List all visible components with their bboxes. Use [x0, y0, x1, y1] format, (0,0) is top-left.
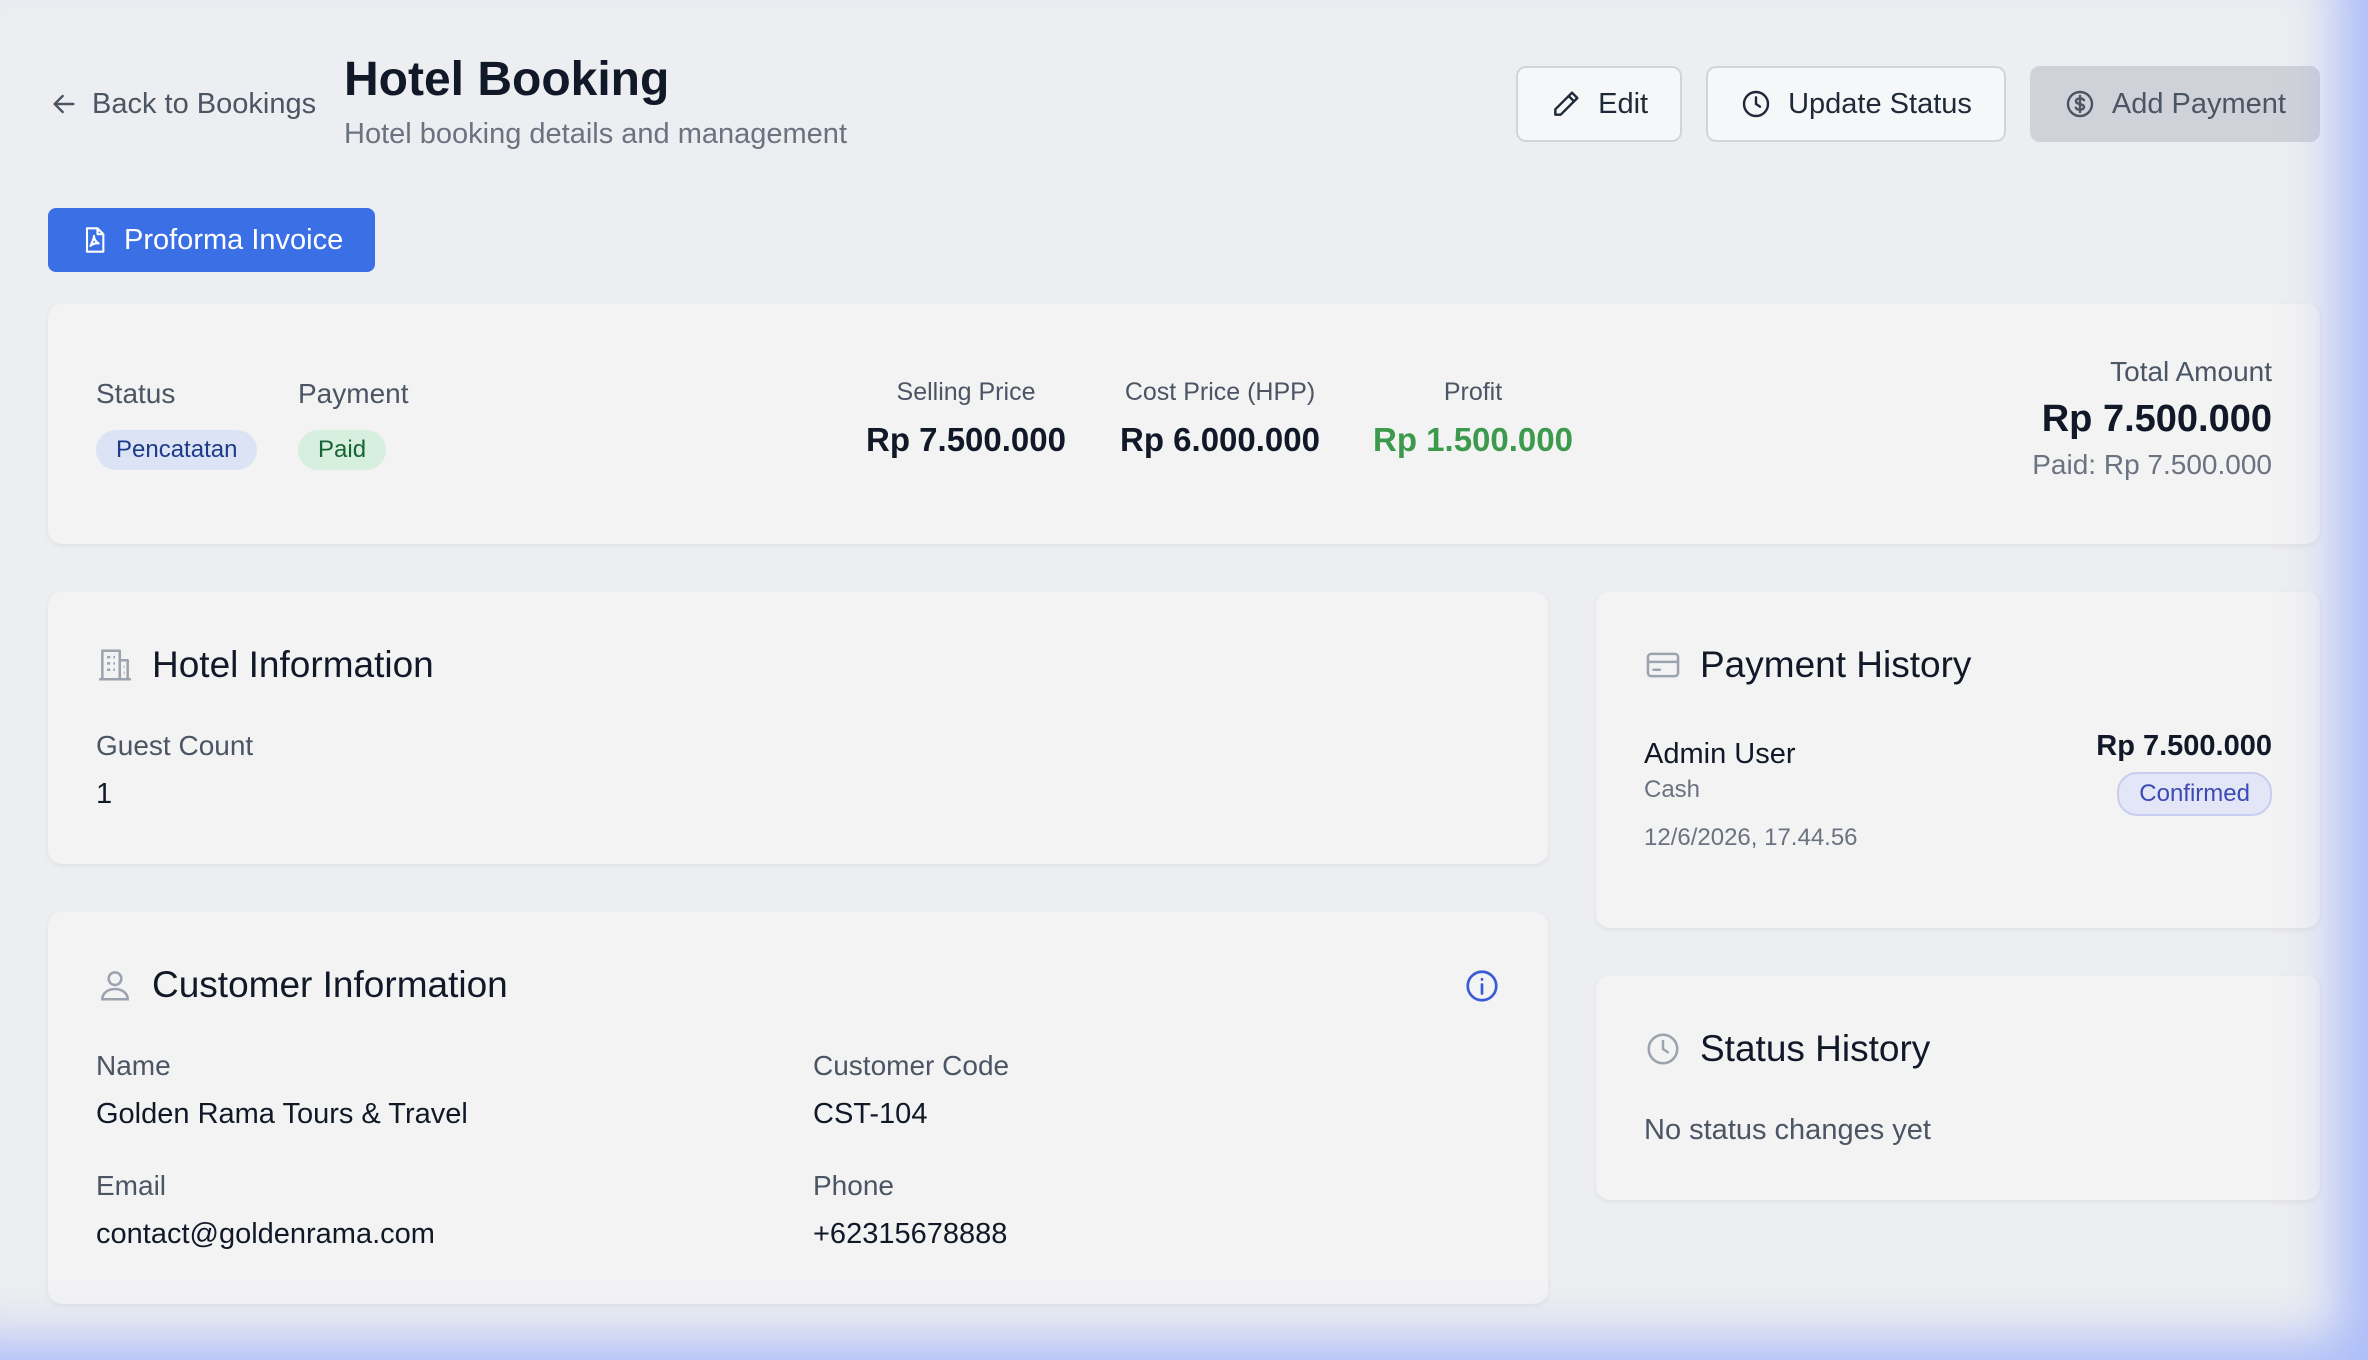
payment-user: Admin User [1644, 738, 1796, 770]
customer-name-value: Golden Rama Tours & Travel [96, 1098, 468, 1130]
info-icon[interactable] [1464, 968, 1500, 1004]
add-payment-label: Add Payment [2111, 87, 2286, 120]
edit-button[interactable]: Edit [1516, 66, 1683, 142]
arrow-left-icon [53, 94, 75, 114]
pdf-file-icon [85, 227, 105, 253]
customer-information-card: Customer Information Name Golden Rama To… [48, 912, 1548, 1304]
payment-timestamp: 12/6/2026, 17.44.56 [1644, 824, 1858, 851]
customer-email-label: Email [96, 1170, 167, 1201]
status-history-title-text: Status History [1700, 1028, 1931, 1069]
cost-price-col: Cost Price (HPP) Rp 6.000.000 [1110, 378, 1330, 459]
clock-icon [1647, 1033, 1679, 1065]
guest-count-label: Guest Count [96, 730, 254, 761]
selling-price-value: Rp 7.500.000 [866, 421, 1066, 458]
profit-value: Rp 1.500.000 [1373, 421, 1573, 458]
selling-price-label: Selling Price [896, 378, 1036, 406]
header-actions: Edit Update Status Add Payment [1516, 66, 2320, 142]
cost-price-label: Cost Price (HPP) [1124, 378, 1316, 406]
page-title: Hotel Booking [344, 53, 670, 106]
guest-count-value: 1 [96, 778, 113, 810]
customer-code-label: Customer Code [813, 1050, 1010, 1081]
update-status-button[interactable]: Update Status [1706, 66, 2006, 142]
status-badge: Pencatatan [96, 430, 258, 470]
hotel-information-title-text: Hotel Information [152, 644, 434, 685]
customer-phone-value: +62315678888 [813, 1218, 1008, 1250]
payment-status-badge: Confirmed [2117, 772, 2272, 816]
paid-amount-text: Paid: Rp 7.500.000 [2032, 449, 2272, 480]
back-label: Back to Bookings [92, 87, 317, 120]
status-history-title: Status History [1644, 1028, 1930, 1070]
credit-card-icon [1646, 652, 1680, 678]
payment-history-card: Payment History Admin User Cash 12/6/202… [1596, 592, 2320, 928]
status-history-empty-text: No status changes yet [1644, 1114, 1931, 1146]
customer-phone-label: Phone [813, 1170, 894, 1201]
payment-history-title: Payment History [1644, 644, 1971, 686]
building-icon [99, 649, 131, 681]
profit-label: Profit [1443, 378, 1503, 406]
update-status-label: Update Status [1788, 87, 1972, 120]
total-amount-label: Total Amount [2110, 356, 2272, 387]
customer-information-title-text: Customer Information [152, 964, 508, 1005]
cost-price-value: Rp 6.000.000 [1120, 421, 1320, 458]
user-icon [101, 971, 129, 1001]
customer-code-value: CST-104 [813, 1098, 928, 1130]
title-block: Hotel Booking Hotel booking details and … [344, 52, 847, 151]
profit-col: Profit Rp 1.500.000 [1368, 378, 1578, 459]
payment-history-title-text: Payment History [1700, 644, 1972, 685]
customer-information-title: Customer Information [96, 964, 508, 1006]
back-to-bookings-link[interactable]: Back to Bookings [48, 84, 316, 124]
payment-badge: Paid [298, 430, 387, 470]
hotel-information-title: Hotel Information [96, 644, 434, 686]
proforma-invoice-button[interactable]: Proforma Invoice [48, 208, 376, 272]
status-label: Status [96, 378, 176, 409]
hotel-information-card: Hotel Information Guest Count 1 [48, 592, 1548, 864]
total-amount-value: Rp 7.500.000 [2041, 398, 2272, 440]
customer-email-value: contact@goldenrama.com [96, 1218, 435, 1250]
edit-label: Edit [1598, 87, 1649, 120]
clock-icon [1742, 90, 1770, 118]
selling-price-col: Selling Price Rp 7.500.000 [866, 378, 1066, 459]
add-payment-button[interactable]: Add Payment [2029, 66, 2320, 142]
status-history-card: Status History No status changes yet [1596, 976, 2320, 1200]
customer-name-label: Name [96, 1050, 171, 1081]
payment-amount: Rp 7.500.000 [2096, 730, 2272, 762]
pencil-icon [1554, 91, 1579, 116]
page-subtitle: Hotel booking details and management [344, 118, 847, 150]
total-amount-block: Total Amount Rp 7.500.000 Paid: Rp 7.500… [2032, 356, 2272, 481]
proforma-invoice-label: Proforma Invoice [124, 223, 344, 256]
booking-summary-card: Status Pencatatan Payment Paid Selling P… [48, 304, 2320, 544]
dollar-circle-icon [2066, 90, 2094, 118]
payment-method: Cash [1644, 776, 1701, 803]
payment-label: Payment [298, 378, 409, 409]
booking-detail-page: Back to Bookings Hotel Booking Hotel boo… [48, 0, 2320, 1360]
